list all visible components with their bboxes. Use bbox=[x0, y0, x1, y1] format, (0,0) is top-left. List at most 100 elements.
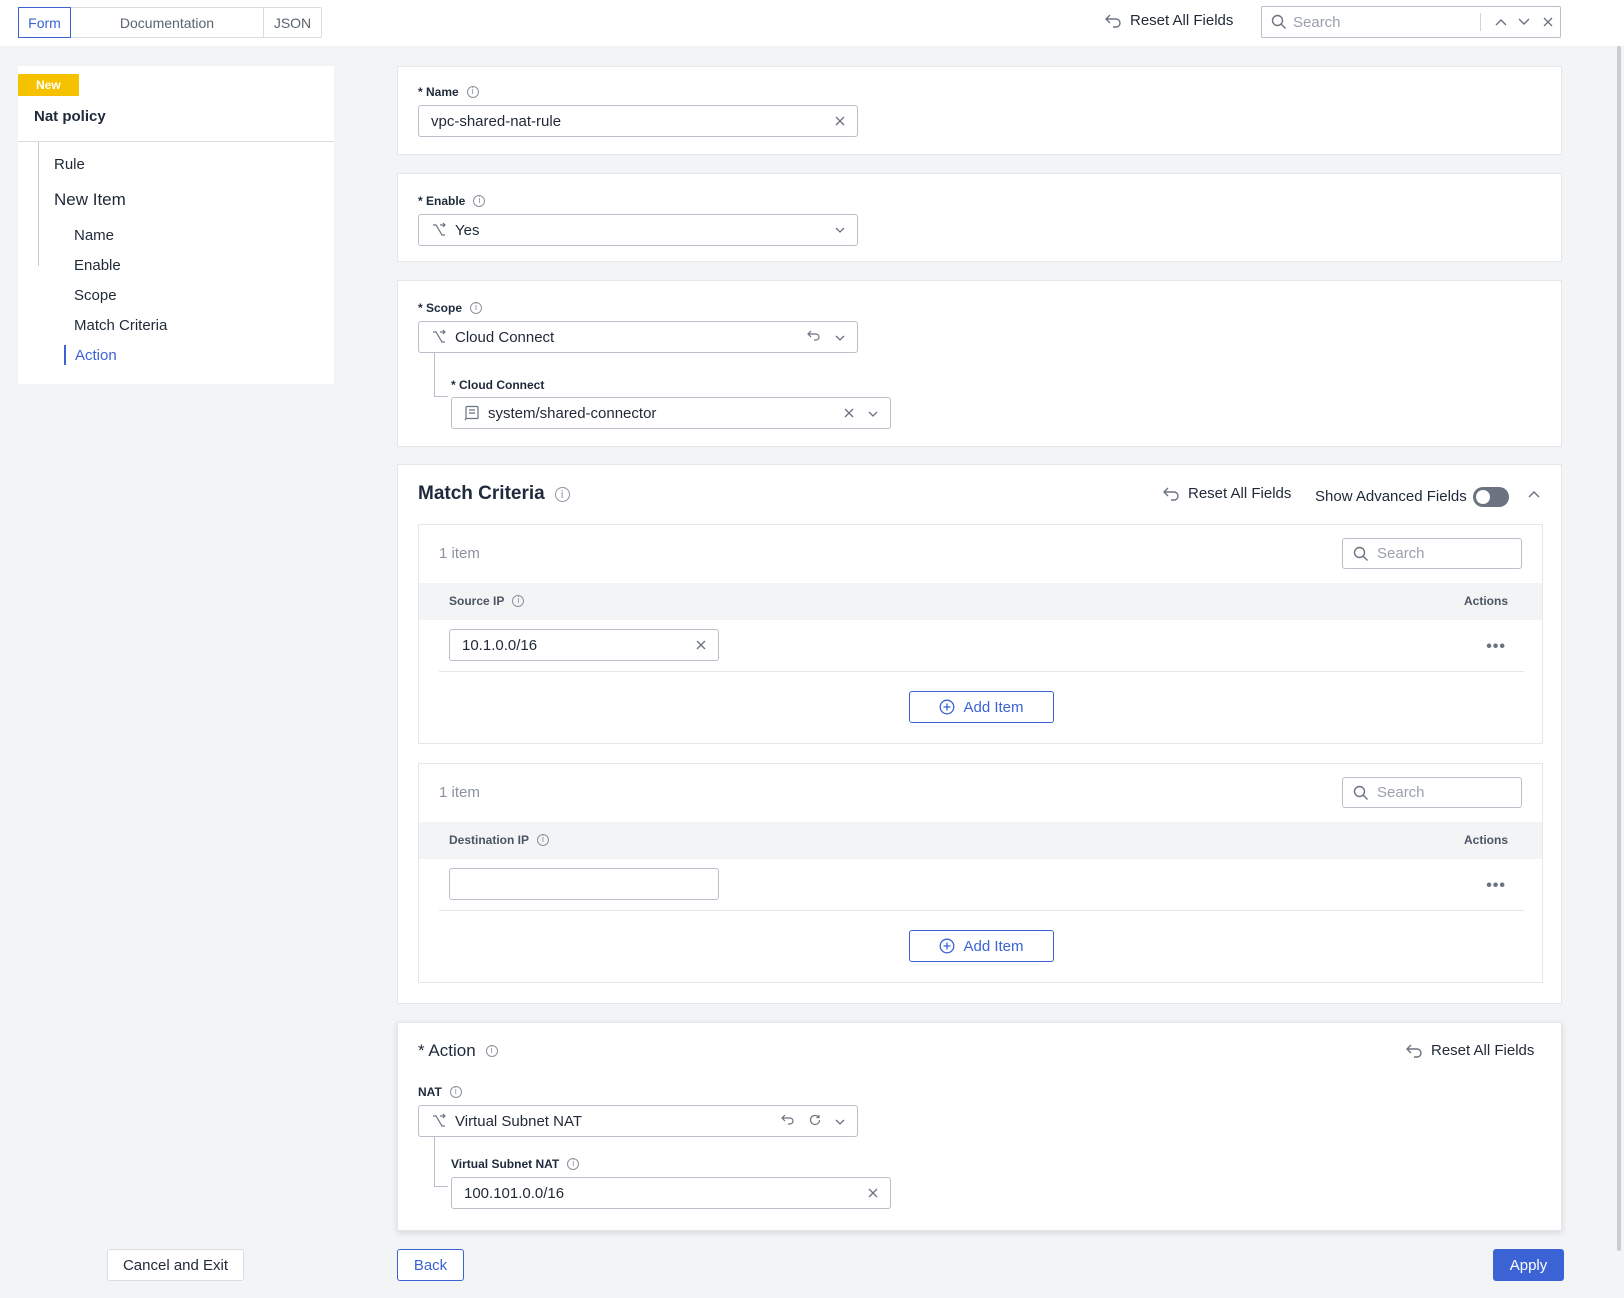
match-criteria-card: Match Criteria i Reset All Fields Show A… bbox=[397, 464, 1562, 1004]
scope-label-text: * Scope bbox=[418, 301, 463, 315]
name-value: vpc-shared-nat-rule bbox=[431, 112, 562, 130]
match-reset-label: Reset All Fields bbox=[1188, 485, 1292, 502]
back-button[interactable]: Back bbox=[397, 1249, 464, 1281]
scrollbar[interactable] bbox=[1617, 46, 1621, 1251]
sidebar-item-new-item[interactable]: New Item bbox=[54, 190, 126, 210]
clear-icon[interactable] bbox=[868, 1188, 878, 1198]
search-icon bbox=[1271, 14, 1287, 30]
chevron-up-icon[interactable] bbox=[1528, 490, 1540, 498]
scope-value: Cloud Connect bbox=[455, 328, 555, 346]
name-input[interactable]: vpc-shared-nat-rule bbox=[418, 105, 858, 137]
view-tabs: Form Documentation JSON bbox=[18, 7, 322, 38]
info-icon[interactable]: i bbox=[466, 86, 479, 98]
virtual-subnet-nat-value: 100.101.0.0/16 bbox=[464, 1184, 565, 1202]
switch-icon bbox=[431, 329, 447, 345]
clear-icon[interactable] bbox=[835, 116, 845, 126]
table-header: Destination IP i Actions bbox=[419, 822, 1542, 859]
enable-select[interactable]: Yes bbox=[418, 214, 858, 246]
sidebar-item-rule[interactable]: Rule bbox=[54, 156, 85, 173]
tab-form[interactable]: Form bbox=[18, 7, 71, 38]
column-destination-ip: Destination IP i bbox=[449, 833, 550, 847]
source-search-input[interactable]: Search bbox=[1342, 538, 1522, 569]
search-icon bbox=[1353, 546, 1368, 561]
cloud-connect-label: * Cloud Connect bbox=[451, 378, 544, 392]
nat-label-text: NAT bbox=[418, 1085, 442, 1099]
action-reset-label: Reset All Fields bbox=[1431, 1042, 1535, 1059]
divider bbox=[439, 910, 1524, 911]
virtual-subnet-nat-input[interactable]: 100.101.0.0/16 bbox=[451, 1177, 891, 1209]
destination-ip-input[interactable] bbox=[449, 868, 719, 900]
plus-circle-icon bbox=[940, 699, 955, 715]
name-label-text: * Name bbox=[418, 85, 459, 99]
sidebar-item-scope[interactable]: Scope bbox=[74, 287, 117, 304]
apply-button[interactable]: Apply bbox=[1493, 1249, 1564, 1281]
info-icon[interactable]: i bbox=[449, 1086, 462, 1098]
source-ip-input[interactable]: 10.1.0.0/16 bbox=[449, 629, 719, 661]
reset-all-fields-label: Reset All Fields bbox=[1130, 12, 1234, 29]
match-reset-button[interactable]: Reset All Fields bbox=[1162, 485, 1291, 502]
switch-icon bbox=[431, 1113, 447, 1129]
tree-connector bbox=[434, 353, 448, 397]
undo-icon[interactable] bbox=[807, 329, 821, 346]
cancel-and-exit-button[interactable]: Cancel and Exit bbox=[107, 1249, 244, 1281]
refresh-icon[interactable] bbox=[809, 1113, 821, 1130]
nat-label: NAT i bbox=[418, 1085, 462, 1099]
add-item-label: Add Item bbox=[963, 698, 1024, 716]
more-actions-icon[interactable]: ••• bbox=[1486, 638, 1506, 656]
divider bbox=[439, 671, 1524, 672]
sidebar-item-action[interactable]: Action bbox=[75, 347, 117, 364]
search-placeholder: Search bbox=[1377, 545, 1425, 562]
add-item-label: Add Item bbox=[963, 937, 1024, 955]
add-source-ip-button[interactable]: Add Item bbox=[909, 691, 1054, 723]
clear-icon[interactable] bbox=[844, 405, 854, 422]
info-icon[interactable]: i bbox=[537, 834, 550, 846]
show-advanced-label: Show Advanced Fields bbox=[1315, 488, 1467, 505]
table-header: Source IP i Actions bbox=[419, 583, 1542, 620]
chevron-down-icon[interactable] bbox=[1513, 18, 1537, 26]
show-advanced-toggle[interactable] bbox=[1473, 487, 1509, 507]
chevron-down-icon[interactable] bbox=[868, 405, 878, 422]
info-icon[interactable]: i bbox=[470, 302, 483, 314]
clear-icon[interactable] bbox=[696, 637, 706, 654]
name-card: * Name i vpc-shared-nat-rule bbox=[397, 66, 1562, 155]
scope-card: * Scope i Cloud Connect * Cloud Connect … bbox=[397, 280, 1562, 447]
sidebar: New Nat policy Rule New Item Name Enable… bbox=[18, 66, 334, 384]
action-card: * Action i Reset All Fields NAT i Virtua… bbox=[397, 1022, 1562, 1231]
chevron-down-icon[interactable] bbox=[835, 1113, 845, 1130]
destination-search-input[interactable]: Search bbox=[1342, 777, 1522, 808]
column-actions: Actions bbox=[1463, 833, 1508, 847]
info-icon[interactable]: i bbox=[567, 1158, 580, 1170]
tree-line bbox=[38, 142, 39, 266]
top-bar: Form Documentation JSON Reset All Fields bbox=[0, 0, 1624, 46]
more-actions-icon[interactable]: ••• bbox=[1486, 877, 1506, 895]
info-icon[interactable]: i bbox=[473, 195, 486, 207]
chevron-up-icon[interactable] bbox=[1489, 18, 1513, 26]
info-icon[interactable]: i bbox=[554, 486, 570, 502]
column-label: Source IP bbox=[449, 594, 505, 608]
sidebar-item-name[interactable]: Name bbox=[74, 227, 114, 244]
search-placeholder: Search bbox=[1377, 784, 1425, 801]
reset-all-fields-button[interactable]: Reset All Fields bbox=[1104, 12, 1233, 29]
sidebar-item-match-criteria[interactable]: Match Criteria bbox=[74, 317, 167, 334]
divider bbox=[1480, 13, 1481, 31]
match-criteria-title: Match Criteria i bbox=[418, 483, 570, 505]
info-icon[interactable]: i bbox=[512, 595, 525, 607]
chevron-down-icon[interactable] bbox=[835, 329, 845, 346]
cloud-connect-select[interactable]: system/shared-connector bbox=[451, 397, 891, 429]
cloud-connect-value: system/shared-connector bbox=[488, 404, 657, 422]
tab-json[interactable]: JSON bbox=[264, 8, 321, 37]
close-icon[interactable] bbox=[1536, 17, 1560, 27]
column-source-ip: Source IP i bbox=[449, 594, 525, 608]
scope-select[interactable]: Cloud Connect bbox=[418, 321, 858, 353]
column-label: Destination IP bbox=[449, 833, 530, 847]
sidebar-item-enable[interactable]: Enable bbox=[74, 257, 121, 274]
chevron-down-icon[interactable] bbox=[835, 227, 845, 234]
global-search-input[interactable] bbox=[1287, 13, 1472, 31]
virtual-subnet-nat-label-text: Virtual Subnet NAT bbox=[451, 1157, 560, 1171]
action-reset-button[interactable]: Reset All Fields bbox=[1405, 1042, 1534, 1059]
nat-select[interactable]: Virtual Subnet NAT bbox=[418, 1105, 858, 1137]
undo-icon[interactable] bbox=[781, 1113, 795, 1130]
tab-documentation[interactable]: Documentation bbox=[71, 8, 264, 37]
info-icon[interactable]: i bbox=[485, 1045, 498, 1057]
add-destination-ip-button[interactable]: Add Item bbox=[909, 930, 1054, 962]
